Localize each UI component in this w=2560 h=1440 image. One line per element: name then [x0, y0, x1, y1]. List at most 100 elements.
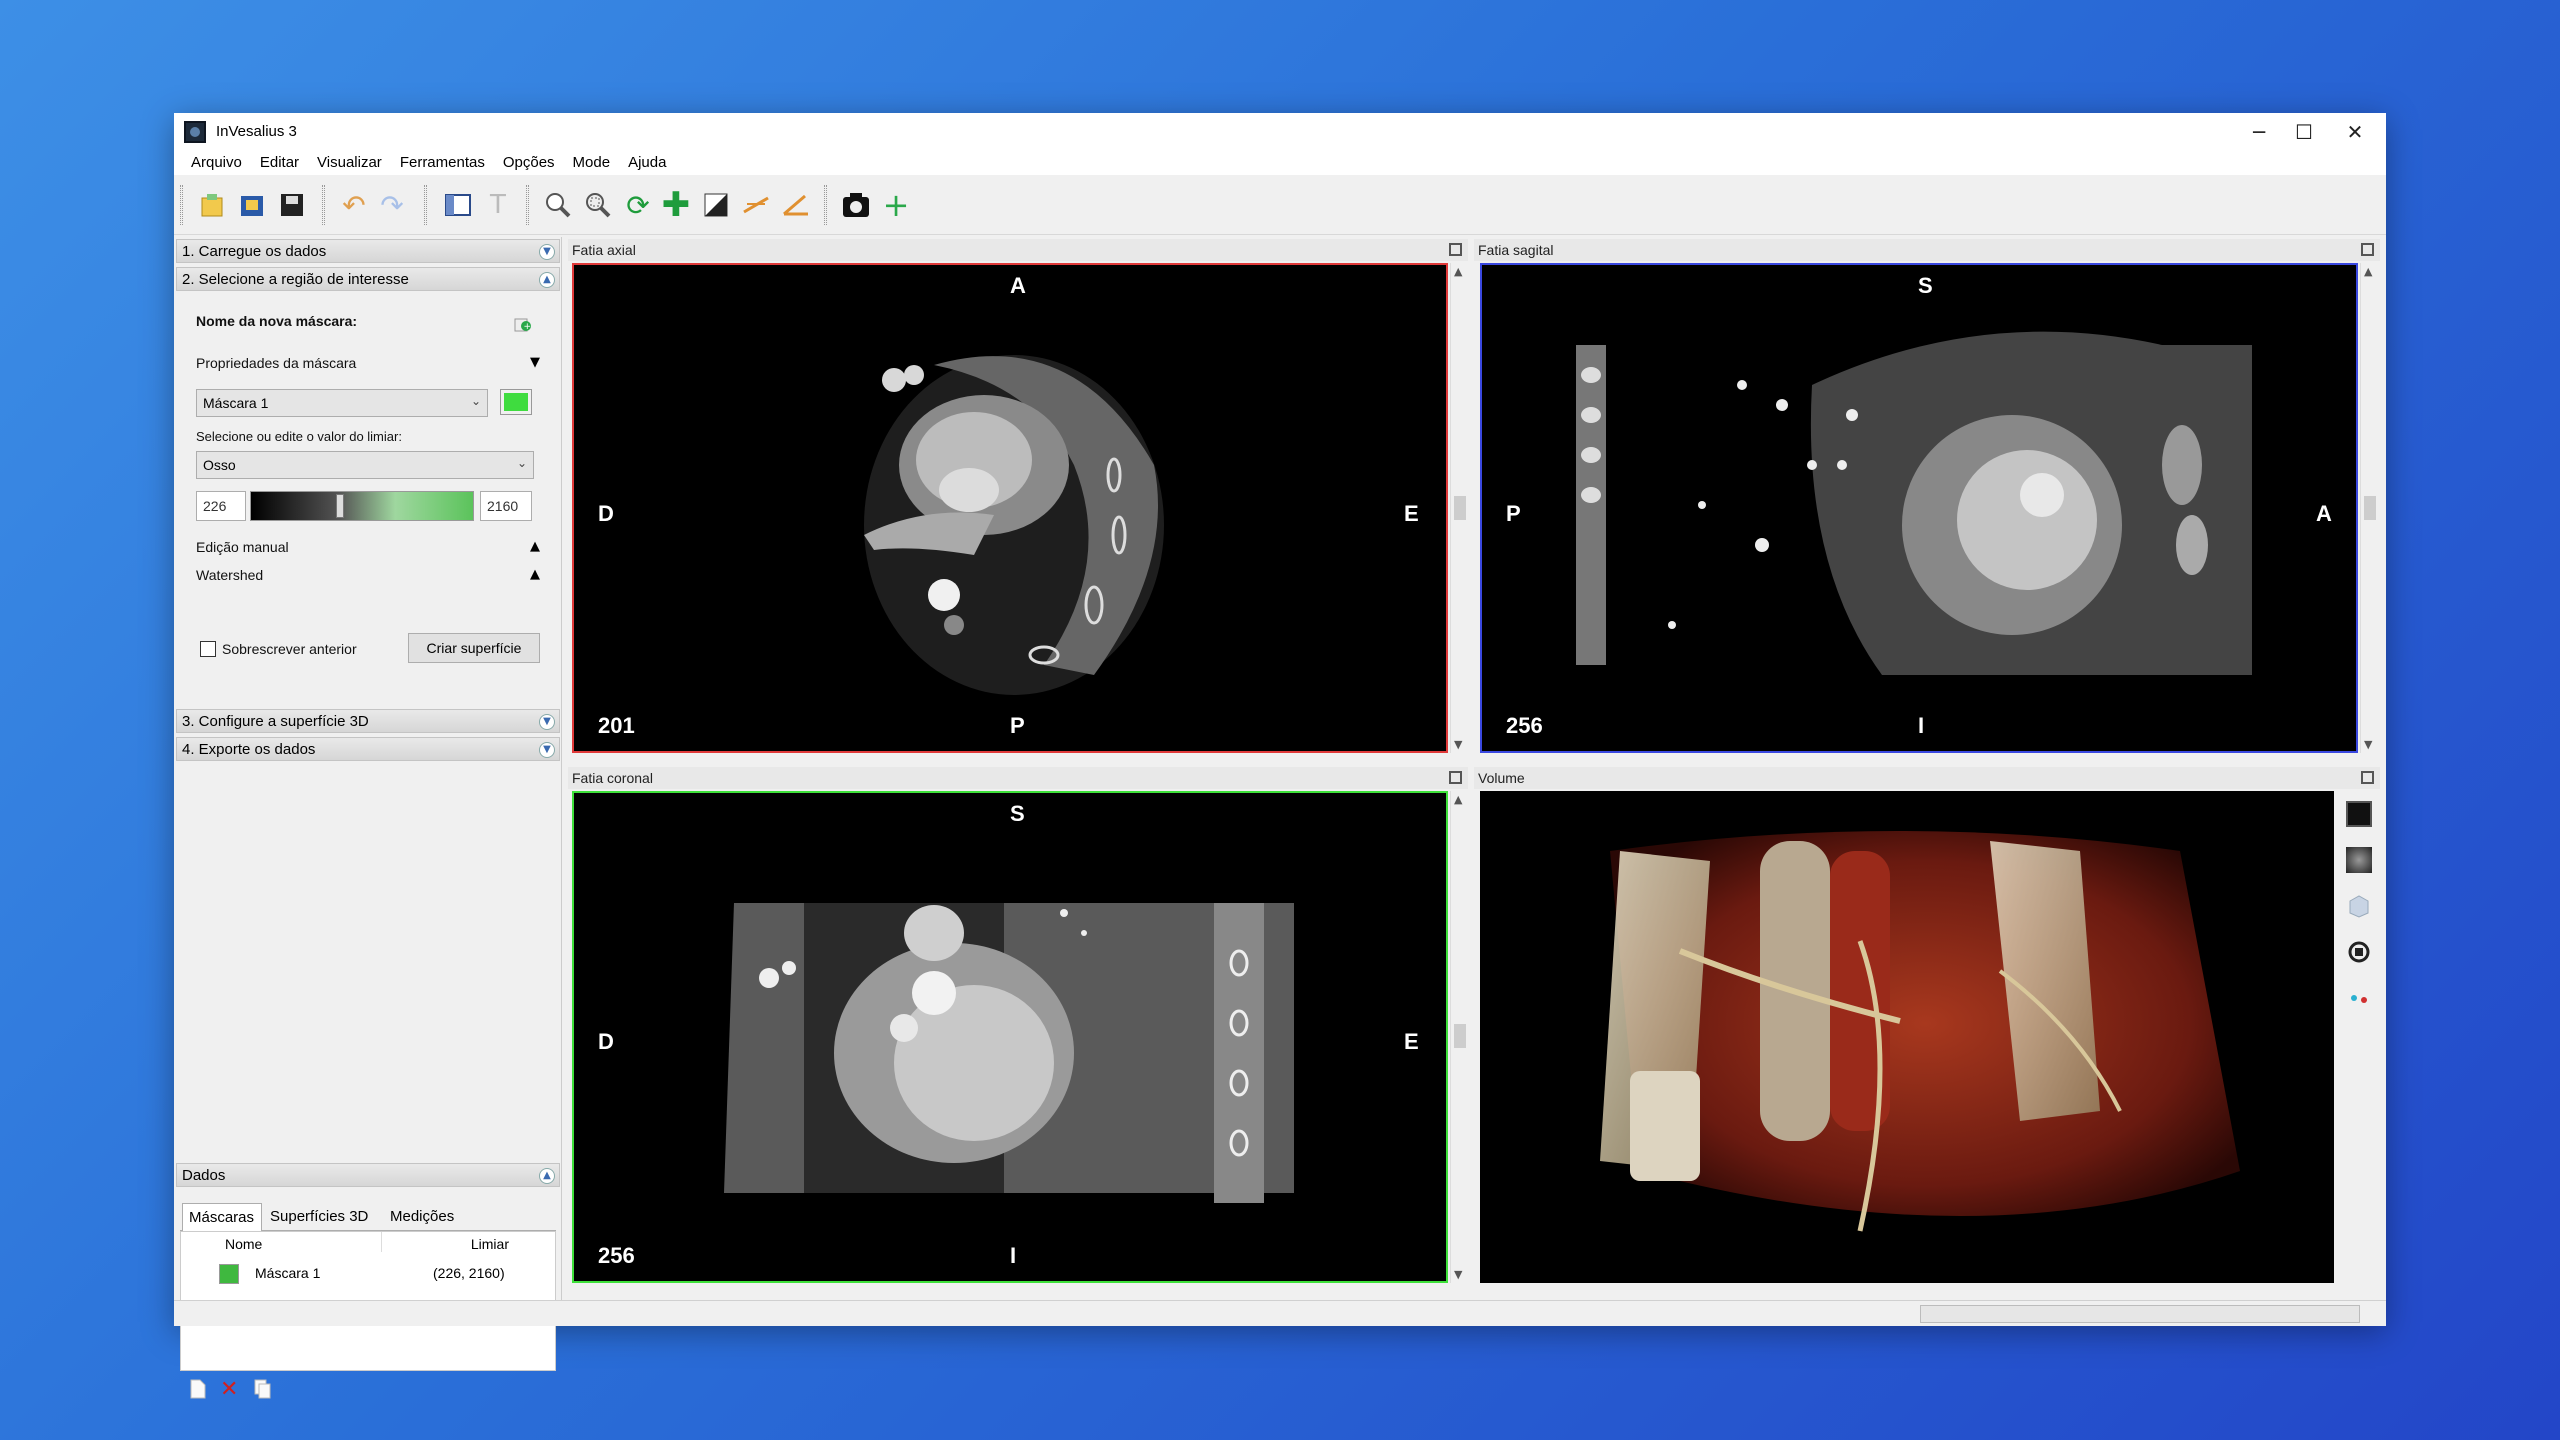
coronal-scrollbar[interactable]: ▲ ▼ — [1450, 791, 1468, 1283]
threshold-slider[interactable] — [250, 491, 474, 521]
import-icon[interactable] — [194, 187, 230, 223]
menu-visualizar[interactable]: Visualizar — [308, 151, 391, 175]
column-header-threshold[interactable]: Limiar — [471, 1236, 509, 1252]
coronal-slice-number: 256 — [598, 1243, 635, 1268]
scroll-up-icon[interactable]: ▲ — [2364, 265, 2372, 278]
new-item-icon[interactable] — [190, 1379, 206, 1399]
sagittal-view[interactable]: S I P A 256 — [1480, 263, 2358, 753]
coronal-view[interactable]: S I D E 256 — [572, 791, 1448, 1283]
threshold-slider-handle[interactable] — [336, 494, 344, 518]
column-header-name[interactable]: Nome — [225, 1236, 262, 1252]
maximize-icon[interactable] — [1449, 243, 1462, 256]
overwrite-label: Sobrescrever anterior — [222, 641, 357, 657]
coronal-scroll-thumb[interactable] — [1454, 1024, 1466, 1048]
volume-view[interactable] — [1480, 791, 2334, 1283]
pan-icon[interactable]: ✚ — [658, 185, 694, 225]
tab-measurements[interactable]: Medições — [384, 1203, 468, 1231]
scroll-up-icon[interactable]: ▲ — [1454, 793, 1462, 806]
menu-editar[interactable]: Editar — [251, 151, 308, 175]
section-load-data[interactable]: 1. Carregue os dados ▼ — [176, 239, 560, 263]
scroll-up-icon[interactable]: ▲ — [1454, 265, 1462, 278]
threshold-preset-select[interactable]: Osso ⌄ — [196, 451, 534, 479]
volume-toolbar — [2334, 791, 2382, 1283]
open-icon[interactable] — [234, 187, 270, 223]
background-color-icon[interactable] — [2346, 801, 2372, 827]
maximize-icon[interactable] — [1449, 771, 1462, 784]
mask-color-picker[interactable] — [500, 389, 532, 415]
sagittal-ct-image[interactable] — [1482, 265, 2356, 751]
close-button[interactable]: ✕ — [2324, 113, 2386, 151]
axial-scroll-thumb[interactable] — [1454, 496, 1466, 520]
section-export[interactable]: 4. Exporte os dados ▼ — [176, 737, 560, 761]
save-icon[interactable] — [274, 187, 310, 223]
coronal-orient-bottom: I — [1010, 1243, 1017, 1268]
expand-icon[interactable]: ▼ — [539, 714, 555, 730]
maximize-icon[interactable] — [2361, 771, 2374, 784]
section-surface[interactable]: 3. Configure a superfície 3D ▼ — [176, 709, 560, 733]
left-panel: 1. Carregue os dados ▼ 2. Selecione a re… — [174, 237, 562, 1402]
chevron-down-icon: ⌄ — [470, 394, 481, 408]
menu-arquivo[interactable]: Arquivo — [182, 151, 251, 175]
delete-icon[interactable]: ✕ — [220, 1377, 238, 1402]
axial-view[interactable]: A P D E 201 — [572, 263, 1448, 753]
scroll-down-icon[interactable]: ▼ — [2364, 738, 2372, 751]
scroll-down-icon[interactable]: ▼ — [1454, 738, 1462, 751]
sagittal-scrollbar[interactable]: ▲ ▼ — [2360, 263, 2378, 753]
layout-icon[interactable] — [440, 187, 476, 223]
volume-3d-render[interactable] — [1480, 791, 2334, 1283]
chevron-down-icon: ⌄ — [516, 456, 527, 470]
axial-ct-image[interactable] — [574, 265, 1446, 751]
screenshot-icon[interactable] — [838, 187, 874, 223]
measure-linear-icon[interactable] — [738, 187, 774, 223]
collapse-icon[interactable]: ▲ — [539, 1168, 555, 1184]
overwrite-checkbox[interactable] — [200, 641, 216, 657]
redo-icon[interactable]: ↷ — [374, 187, 410, 223]
watershed-toggle-icon[interactable]: ▲ — [530, 567, 540, 582]
menu-mode[interactable]: Mode — [564, 151, 620, 175]
menu-ajuda[interactable]: Ajuda — [619, 151, 675, 175]
coronal-view-header: Fatia coronal — [568, 767, 1468, 789]
measure-angle-icon[interactable] — [778, 187, 814, 223]
create-surface-button[interactable]: Criar superfície — [408, 633, 540, 663]
zoom-icon[interactable] — [540, 187, 576, 223]
rotate-icon[interactable]: ⟳ — [620, 187, 656, 223]
threshold-max-input[interactable]: 2160 — [480, 491, 532, 521]
properties-toggle-icon[interactable]: ▼ — [530, 355, 540, 370]
coronal-ct-image[interactable] — [574, 793, 1446, 1281]
section-roi-label: 2. Selecione a região de interesse — [182, 271, 409, 288]
table-row[interactable]: Máscara 1 (226, 2160) — [181, 1262, 555, 1286]
maximize-icon[interactable] — [2361, 243, 2374, 256]
mask-select[interactable]: Máscara 1 ⌄ — [196, 389, 488, 417]
add-icon[interactable]: + — [878, 186, 914, 224]
section-data[interactable]: Dados ▲ — [176, 1163, 560, 1187]
column-divider — [381, 1232, 382, 1252]
stereo-icon[interactable] — [2346, 985, 2372, 1011]
expand-icon[interactable]: ▼ — [539, 742, 555, 758]
collapse-icon[interactable]: ▲ — [539, 272, 555, 288]
sagittal-scroll-thumb[interactable] — [2364, 496, 2376, 520]
tab-surfaces[interactable]: Superfícies 3D — [264, 1203, 382, 1231]
menu-ferramentas[interactable]: Ferramentas — [391, 151, 494, 175]
watershed-label[interactable]: Watershed — [196, 567, 263, 583]
manual-edit-label[interactable]: Edição manual — [196, 539, 289, 555]
new-mask-icon[interactable]: + — [514, 315, 532, 333]
threshold-min-input[interactable]: 226 — [196, 491, 246, 521]
zoom-select-icon[interactable] — [580, 187, 616, 223]
contrast-icon[interactable] — [698, 187, 734, 223]
section-roi[interactable]: 2. Selecione a região de interesse ▲ — [176, 267, 560, 291]
scroll-down-icon[interactable]: ▼ — [1454, 1268, 1462, 1281]
text-icon[interactable]: T — [480, 187, 516, 223]
toolbar-separator — [824, 185, 827, 225]
sagittal-view-title: Fatia sagital — [1478, 242, 1554, 258]
menu-opcoes[interactable]: Opções — [494, 151, 564, 175]
undo-icon[interactable]: ↶ — [336, 187, 372, 223]
mask-color-icon[interactable] — [219, 1264, 239, 1284]
manual-edit-toggle-icon[interactable]: ▲ — [530, 539, 540, 554]
raycasting-icon[interactable] — [2346, 847, 2372, 873]
duplicate-icon[interactable] — [254, 1379, 272, 1399]
view-orientation-icon[interactable] — [2346, 893, 2372, 919]
rotate-view-icon[interactable] — [2346, 939, 2372, 965]
tab-masks[interactable]: Máscaras — [182, 1203, 262, 1231]
axial-scrollbar[interactable]: ▲ ▼ — [1450, 263, 1468, 753]
expand-icon[interactable]: ▼ — [539, 244, 555, 260]
